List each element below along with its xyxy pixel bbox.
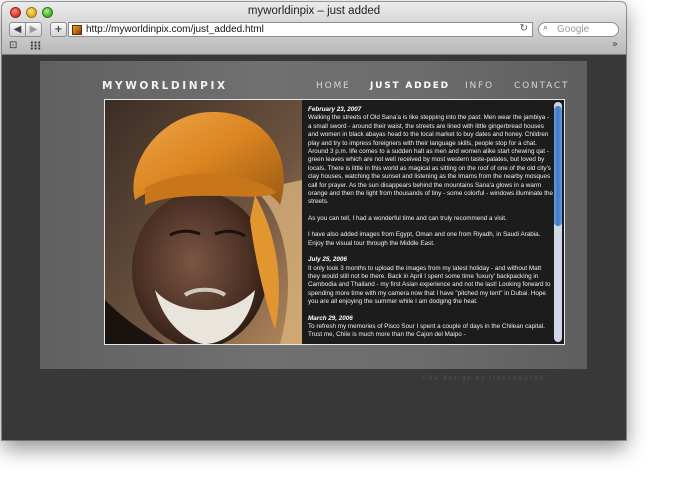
post-paragraph: Walking the streets of Old Sana'a is lik… [308,114,553,206]
scrollbar-thumb[interactable] [554,106,562,226]
search-icon: ⌕ [543,23,549,33]
portrait-photo [105,100,302,344]
post: March 29, 2006 To refresh my memories of… [308,315,553,340]
url-text[interactable]: http://myworldinpix.com/just_added.html [86,24,264,35]
posts-text: February 23, 2007 Walking the streets of… [308,106,553,342]
title-bar: myworldinpix – just added ◀ ▶ + http://m… [2,2,626,55]
nav-contact[interactable]: CONTACT [514,81,569,91]
site-credit: site design by ironcowprod [422,375,545,382]
nav-info[interactable]: INFO [465,81,494,91]
search-placeholder[interactable]: Google [557,24,589,35]
scrollbar-track[interactable] [554,102,562,342]
post-date: February 23, 2007 [308,106,362,113]
nav-just-added[interactable]: JUST ADDED [370,81,450,91]
site-logo[interactable]: MYWORLDINPIX [102,80,228,92]
bookmarks-book-icon[interactable]: ⊡ [9,40,17,51]
content-panel: February 23, 2007 Walking the streets of… [104,99,565,345]
post-paragraph: It only took 3 months to upload the imag… [308,264,551,306]
bookmarks-overflow-icon[interactable]: » [612,39,618,50]
reload-icon[interactable]: ↻ [520,23,528,34]
site-page: MYWORLDINPIX HOME JUST ADDED INFO CONTAC… [40,61,587,369]
post-paragraph: I have also added images from Egypt, Oma… [308,231,541,247]
post-paragraph: To refresh my memories of Pisco Sour I s… [308,322,545,339]
nav-home[interactable]: HOME [316,81,351,91]
favicon-icon [72,25,82,35]
post-date: July 25, 2006 [308,256,347,264]
browser-window: myworldinpix – just added ◀ ▶ + http://m… [2,2,626,440]
post: February 23, 2007 Walking the streets of… [308,106,553,248]
post-paragraph: As you can tell, I had a wonderful time … [308,214,507,222]
add-bookmark-button[interactable]: + [50,22,67,37]
address-bar[interactable]: http://myworldinpix.com/just_added.html … [68,22,533,37]
top-sites-grid-icon[interactable] [30,41,41,50]
window-title: myworldinpix – just added [247,5,381,17]
post-date: March 29, 2006 [308,314,353,322]
web-content: MYWORLDINPIX HOME JUST ADDED INFO CONTAC… [2,55,626,440]
search-field[interactable]: ⌕ Google [538,22,619,37]
post: July 25, 2006 It only took 3 months to u… [308,256,553,306]
back-button[interactable]: ◀ [9,22,26,37]
forward-button[interactable]: ▶ [25,22,42,37]
